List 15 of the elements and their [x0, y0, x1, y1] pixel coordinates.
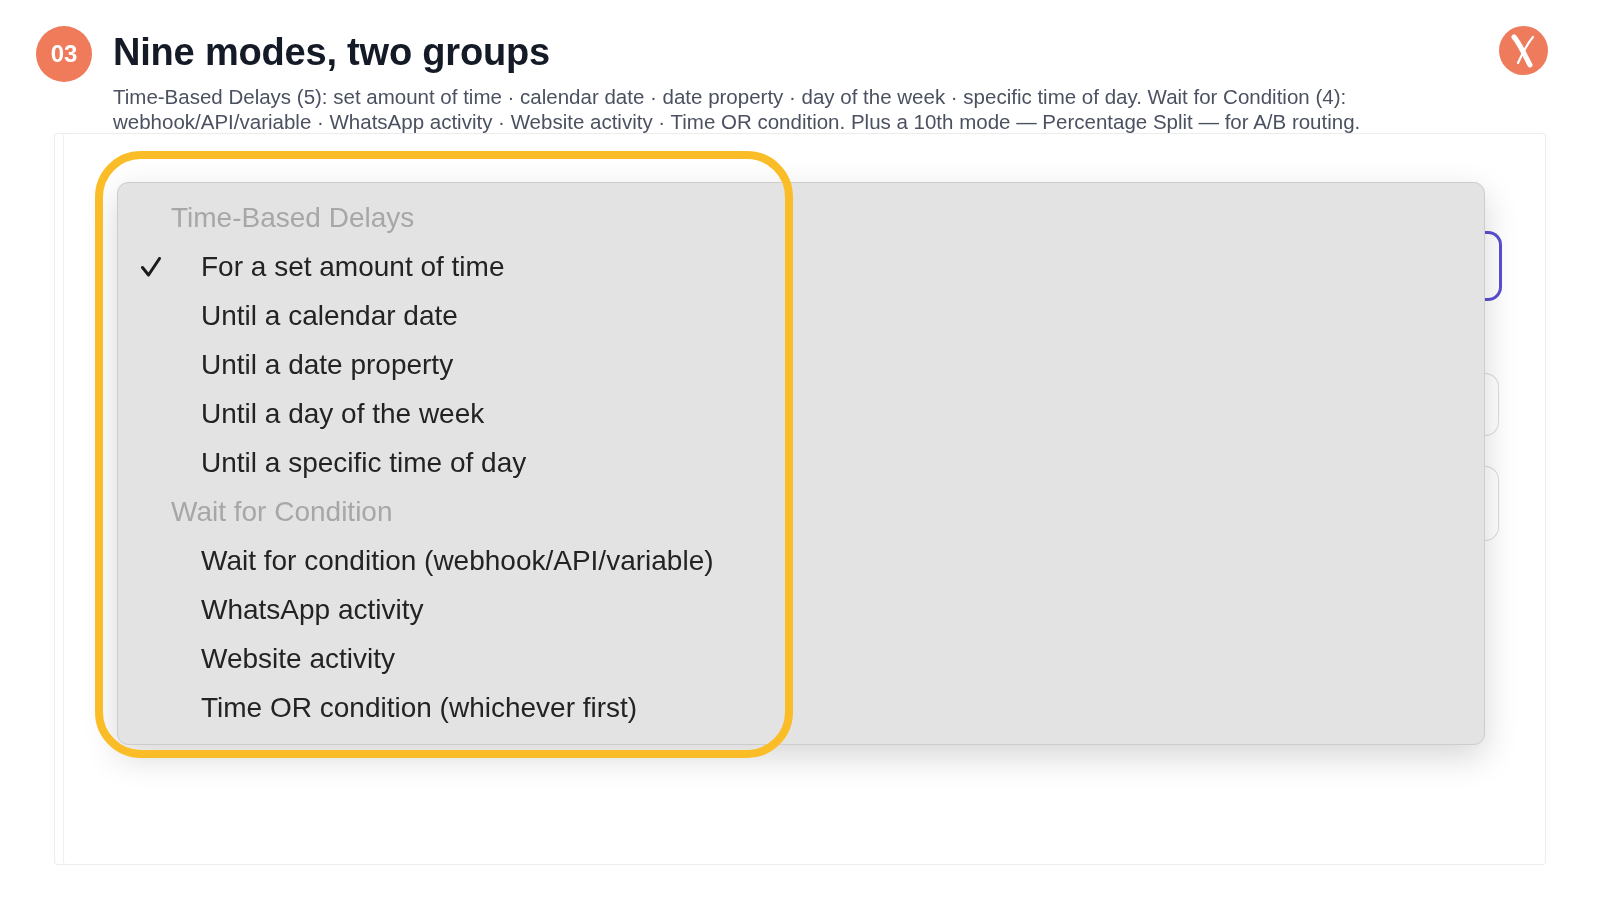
menu-group-label: Wait for Condition [171, 494, 393, 529]
menu-option[interactable]: Until a day of the week [141, 392, 485, 435]
menu-group-label: Time-Based Delays [171, 200, 415, 235]
slide-title: Nine modes, two groups [113, 30, 551, 74]
menu-option[interactable]: Until a date property [141, 343, 454, 386]
menu-option[interactable]: WhatsApp activity [141, 588, 424, 631]
menu-option[interactable]: Time OR condition (whichever first) [141, 686, 638, 729]
logo-icon [1499, 26, 1548, 75]
menu-option[interactable]: Wait for condition (webhook/API/variable) [141, 539, 714, 582]
menu-option[interactable]: Until a calendar date [141, 294, 458, 337]
description-text: Time-Based Delays (5): set amount of time · calendar date · date property · day of the week · specific time of day. Wait for Condition (4): webhook/API/variable · WhatsApp activity · Website activity · Time OR condition. Plus a 10th mode — Percentage Split — for A/B routing. [113, 84, 1362, 134]
menu-option[interactable]: Until a specific time of day [141, 441, 527, 484]
menu-option[interactable]: Website activity [141, 637, 395, 680]
step-number: 03 [36, 26, 92, 82]
menu-option[interactable]: For a set amount of time [141, 245, 505, 288]
